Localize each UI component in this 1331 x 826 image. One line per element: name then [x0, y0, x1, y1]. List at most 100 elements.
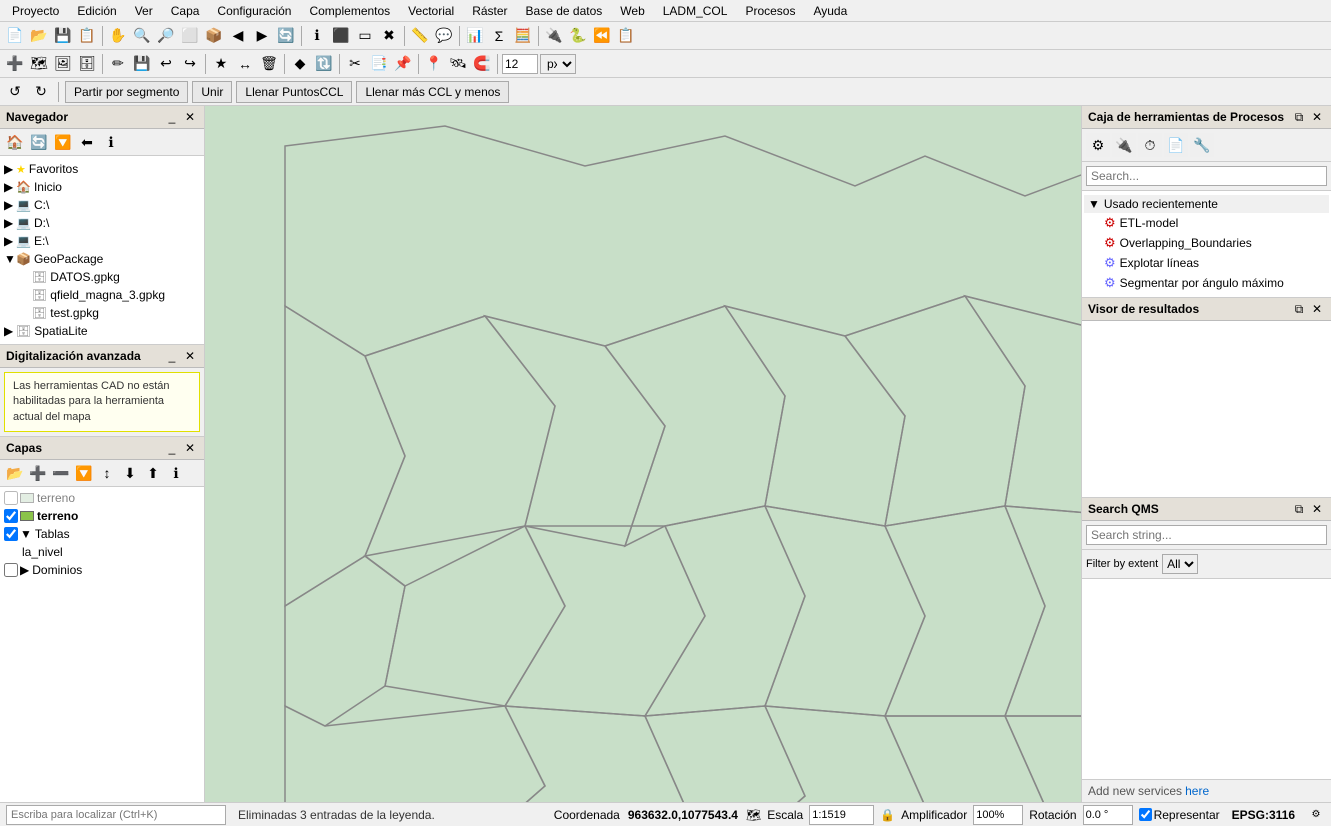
identify-btn[interactable]: ℹ — [306, 25, 328, 47]
toolbox-algo-btn[interactable]: ⚙ — [1086, 133, 1110, 157]
measure-btn[interactable]: 📏 — [409, 25, 431, 47]
add-layer-btn[interactable]: ➕ — [4, 53, 26, 75]
pan-btn[interactable]: ✋ — [107, 25, 129, 47]
toolbox-item-overlapping[interactable]: ⚙ Overlapping_Boundaries — [1084, 233, 1329, 253]
menu-complementos[interactable]: Complementos — [301, 2, 398, 20]
menu-web[interactable]: Web — [612, 2, 652, 20]
nav-item-test-inner[interactable]: 🗄 test.gpkg — [20, 304, 200, 322]
qms-close-btn[interactable]: ✕ — [1309, 501, 1325, 517]
toolbox-section-header-recent[interactable]: ▼ Usado recientemente — [1084, 195, 1329, 213]
calculator-btn[interactable]: 🧮 — [512, 25, 534, 47]
layers-min-btn[interactable]: _ — [164, 440, 180, 456]
open-table-btn[interactable]: 📊 — [464, 25, 486, 47]
toolbox-item-explotar[interactable]: ⚙ Explotar líneas — [1084, 253, 1329, 273]
nav-item-geopackage[interactable]: ▼ 📦 GeoPackage — [4, 250, 200, 268]
scale-input[interactable] — [809, 805, 874, 825]
unir-btn[interactable]: Unir — [192, 81, 232, 103]
navigator-close-btn[interactable]: ✕ — [182, 109, 198, 125]
nav-collapse-btn[interactable]: ⬅ — [76, 131, 98, 153]
toolbox-history-btn[interactable]: ⏱ — [1138, 133, 1162, 157]
menu-capa[interactable]: Capa — [163, 2, 208, 20]
toolbox-float-btn[interactable]: ⧉ — [1291, 109, 1307, 125]
size-unit-select[interactable]: px — [540, 54, 576, 74]
layers-filter-btn[interactable]: 🔽 — [73, 462, 95, 484]
nav-item-datos[interactable]: 🗄 DATOS.gpkg — [4, 268, 200, 286]
rotate-btn[interactable]: 🔃 — [313, 53, 335, 75]
nav-item-favoritos[interactable]: ▶ ★ Favoritos — [4, 160, 200, 178]
refresh-btn[interactable]: 🔄 — [275, 25, 297, 47]
size-input[interactable] — [502, 54, 538, 74]
edit-toggle-btn[interactable]: ✏ — [107, 53, 129, 75]
cut-btn[interactable]: ✂ — [344, 53, 366, 75]
redo-adv-btn[interactable]: ↻ — [30, 81, 52, 103]
menu-ver[interactable]: Ver — [127, 2, 161, 20]
nav-item-spatialite[interactable]: ▶ 🗄 SpatiaLite — [4, 322, 200, 340]
layer-item-terreno-ghost[interactable]: terreno — [2, 489, 202, 507]
toolbox-item-segmentar[interactable]: ⚙ Segmentar por ángulo máximo — [1084, 273, 1329, 293]
open-project-btn[interactable]: 📂 — [28, 25, 50, 47]
map-area[interactable] — [205, 106, 1081, 802]
layer-check-tablas[interactable] — [4, 527, 18, 541]
layers-sort-btn[interactable]: ↕ — [96, 462, 118, 484]
layers-open-btn[interactable]: 📂 — [4, 462, 26, 484]
python-btn[interactable]: 🐍 — [567, 25, 589, 47]
toolbox-models-btn[interactable]: 🔌 — [1112, 133, 1136, 157]
save-project-btn[interactable]: 💾 — [52, 25, 74, 47]
menu-ayuda[interactable]: Ayuda — [805, 2, 855, 20]
menu-base-datos[interactable]: Base de datos — [518, 2, 611, 20]
menu-ladm-col[interactable]: LADM_COL — [655, 2, 736, 20]
add-db-btn[interactable]: 🗄 — [76, 53, 98, 75]
render-checkbox[interactable] — [1139, 808, 1152, 821]
zoom-out-btn[interactable]: 🔎 — [155, 25, 177, 47]
map-tips-btn[interactable]: 💬 — [433, 25, 455, 47]
toolbox-item-etl[interactable]: ⚙ ETL-model — [1084, 213, 1329, 233]
layers-collapse-btn[interactable]: ⬆ — [142, 462, 164, 484]
undo-adv-btn[interactable]: ↺ — [4, 81, 26, 103]
nav-item-inicio[interactable]: ▶ 🏠 Inicio — [4, 178, 200, 196]
locator-btn[interactable]: 📍 — [423, 53, 445, 75]
copy-btn[interactable]: 📑 — [368, 53, 390, 75]
zoom-extent-btn[interactable]: ⬜ — [179, 25, 201, 47]
add-vector-btn[interactable]: 🗺 — [28, 53, 50, 75]
deselect-btn[interactable]: ✖ — [378, 25, 400, 47]
menu-procesos[interactable]: Procesos — [737, 2, 803, 20]
layers-close-btn[interactable]: ✕ — [182, 440, 198, 456]
navigator-min-btn[interactable]: _ — [164, 109, 180, 125]
nav-info-btn[interactable]: ℹ — [100, 131, 122, 153]
zoom-prev-btn[interactable]: ◀ — [227, 25, 249, 47]
toolbox-options-btn[interactable]: 🔧 — [1190, 133, 1214, 157]
nav-item-qfield-inner[interactable]: 🗄 qfield_magna_3.gpkg — [20, 286, 200, 304]
toolbox-close-btn[interactable]: ✕ — [1309, 109, 1325, 125]
save-edits-btn[interactable]: 💾 — [131, 53, 153, 75]
qms-search-input[interactable] — [1086, 525, 1327, 545]
layer-item-tablas[interactable]: ▼ Tablas — [2, 525, 202, 543]
zoom-layer-btn[interactable]: 📦 — [203, 25, 225, 47]
qms-footer-link[interactable]: here — [1185, 784, 1209, 798]
layer-item-dominios[interactable]: ▶ Dominios — [2, 561, 202, 579]
nav-item-test[interactable]: 🗄 test.gpkg — [4, 304, 200, 322]
nav-home-btn[interactable]: 🏠 — [4, 131, 26, 153]
menu-proyecto[interactable]: Proyecto — [4, 2, 67, 20]
qms-float-btn[interactable]: ⧉ — [1291, 501, 1307, 517]
layers-remove-btn[interactable]: ➖ — [50, 462, 72, 484]
gps-btn[interactable]: 🛰 — [447, 53, 469, 75]
delete-feature-btn[interactable]: 🗑 — [258, 53, 280, 75]
results-close-btn[interactable]: ✕ — [1309, 301, 1325, 317]
layers-add-btn[interactable]: ➕ — [27, 462, 49, 484]
qms-filter-select[interactable]: All — [1162, 554, 1198, 574]
nav-item-qfield[interactable]: 🗄 qfield_magna_3.gpkg — [4, 286, 200, 304]
select-btn[interactable]: ⬛ — [330, 25, 352, 47]
zoom-in-btn[interactable]: 🔍 — [131, 25, 153, 47]
epsg-settings-btn[interactable]: ⚙ — [1307, 806, 1325, 824]
menu-vectorial[interactable]: Vectorial — [400, 2, 462, 20]
layers-info-btn[interactable]: ℹ — [165, 462, 187, 484]
rot-input[interactable] — [1083, 805, 1133, 825]
snapping-btn[interactable]: 🧲 — [471, 53, 493, 75]
toolbox-results-btn[interactable]: 📄 — [1164, 133, 1188, 157]
stat-btn[interactable]: Σ — [488, 25, 510, 47]
digitize-close-btn[interactable]: ✕ — [182, 348, 198, 364]
layers-expand-btn[interactable]: ⬇ — [119, 462, 141, 484]
layer-check-terreno-ghost[interactable] — [4, 491, 18, 505]
zoom-next-btn[interactable]: ▶ — [251, 25, 273, 47]
nav-item-c[interactable]: ▶ 💻 C:\ — [4, 196, 200, 214]
